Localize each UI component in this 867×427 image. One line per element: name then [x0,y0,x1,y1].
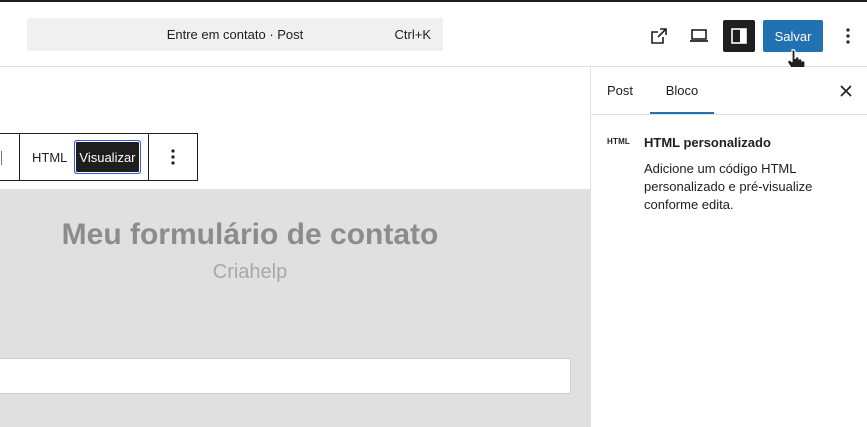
more-vertical-icon [846,28,850,44]
tab-post[interactable]: Post [607,67,633,115]
options-button[interactable] [836,22,860,50]
device-preview-button[interactable] [683,20,715,52]
preview-tab-button[interactable]: Visualizar [74,140,141,174]
block-options-button[interactable] [149,134,197,180]
tab-block[interactable]: Bloco [650,67,714,114]
settings-panel-button[interactable] [723,20,755,52]
form-title: Meu formulário de contato [61,218,439,251]
html-mode-switch: HTML Visualizar [20,134,149,180]
desktop-preview-icon [690,29,708,42]
keyboard-shortcut: Ctrl+K [394,27,431,42]
document-title: Entre em contato · Post [166,27,304,42]
form-input-field[interactable] [0,358,571,394]
block-name: HTML personalizado [644,135,771,150]
html-block-icon: HTML [607,137,631,146]
more-vertical-icon [170,149,175,165]
html-tab-button[interactable]: HTML [30,150,69,165]
settings-panel-icon [731,28,747,44]
block-toolbar: HTML Visualizar [0,133,198,181]
block-mover[interactable] [0,134,20,180]
sidebar-tabs: Post Bloco [591,67,867,115]
external-link-icon [651,28,667,44]
command-palette-button[interactable]: Entre em contato · Post Ctrl+K [27,18,443,51]
view-post-button[interactable] [643,20,675,52]
block-description: Adicione um código HTML personalizado e … [644,161,813,212]
form-subtitle: Criahelp [212,261,288,283]
close-icon [840,85,852,97]
close-sidebar-button[interactable] [836,81,856,101]
settings-sidebar: Post Bloco HTML HTML personalizado Adici… [590,67,867,427]
top-toolbar: Entre em contato · Post Ctrl+K Salvar [0,0,867,73]
